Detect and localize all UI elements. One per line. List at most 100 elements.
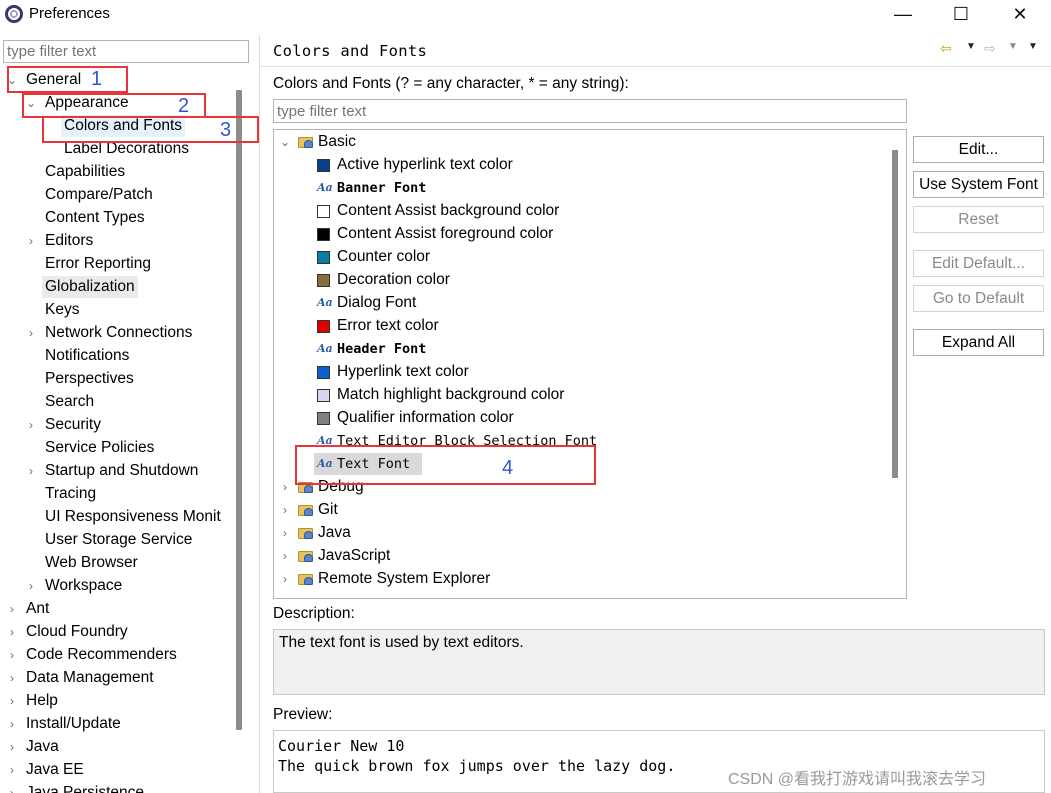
tree-item-java-persistence[interactable]: Java Persistence [26, 782, 144, 793]
tree-item-startup-and-shutdown[interactable]: Startup and Shutdown [45, 460, 198, 482]
colors-tree-row[interactable]: Decoration color [274, 269, 884, 291]
colors-fonts-filter-input[interactable] [273, 99, 907, 123]
forward-dropdown-icon[interactable]: ▼ [1008, 41, 1018, 52]
tree-item-code-recommenders[interactable]: Code Recommenders [26, 644, 177, 666]
colors-tree-row[interactable]: Content Assist foreground color [274, 223, 884, 245]
window-title: Preferences [29, 5, 110, 22]
expand-chevron-icon[interactable]: › [280, 476, 290, 498]
font-setting-label: Banner Font [337, 180, 427, 196]
expand-chevron-icon[interactable]: › [280, 522, 290, 544]
maximize-button[interactable]: ☐ [932, 0, 990, 28]
tree-item-java[interactable]: Java [26, 736, 59, 758]
color-setting-label: Qualifier information color [337, 409, 514, 426]
tree-item-workspace[interactable]: Workspace [45, 575, 122, 597]
colors-tree-row[interactable]: Error text color [274, 315, 884, 337]
tree-item-editors[interactable]: Editors [45, 230, 93, 252]
annotation-box-4 [295, 445, 596, 485]
expand-all-button[interactable]: Expand All [913, 329, 1044, 356]
expand-toggle-icon[interactable]: › [7, 598, 17, 620]
color-swatch-icon [317, 320, 330, 333]
colors-tree-row[interactable]: › Git [274, 499, 884, 521]
expand-toggle-icon[interactable]: › [7, 667, 17, 689]
preferences-tree: ⌄ General ⌄ Appearance Colors and Fonts Label… [0, 68, 236, 793]
expand-toggle-icon[interactable]: › [26, 460, 36, 482]
color-setting-label: Content Assist background color [337, 202, 560, 219]
tree-item-capabilities[interactable]: Capabilities [45, 161, 125, 183]
category-label: Remote System Explorer [318, 570, 491, 587]
colors-tree-row[interactable]: Match highlight background color [274, 384, 884, 406]
tree-item-keys[interactable]: Keys [45, 299, 79, 321]
tree-item-error-reporting[interactable]: Error Reporting [45, 253, 151, 275]
back-arrow-icon[interactable]: ⇦ [940, 40, 952, 57]
expand-toggle-icon[interactable]: › [7, 690, 17, 712]
expand-toggle-icon[interactable]: › [7, 759, 17, 781]
forward-arrow-icon[interactable]: ⇨ [984, 40, 996, 57]
colors-tree-row[interactable]: Hyperlink text color [274, 361, 884, 383]
view-menu-icon[interactable]: ▼ [1028, 41, 1038, 52]
color-swatch-icon [317, 205, 330, 218]
expand-toggle-icon[interactable]: › [7, 736, 17, 758]
go-to-default-button[interactable]: Go to Default [913, 285, 1044, 312]
expand-chevron-icon[interactable]: › [280, 499, 290, 521]
tree-item-install-update[interactable]: Install/Update [26, 713, 121, 735]
tree-item-ant[interactable]: Ant [26, 598, 49, 620]
tree-item-web-browser[interactable]: Web Browser [45, 552, 138, 574]
tree-item-data-management[interactable]: Data Management [26, 667, 154, 689]
colors-tree-row[interactable]: Counter color [274, 246, 884, 268]
tree-item-content-types[interactable]: Content Types [45, 207, 145, 229]
expand-toggle-icon[interactable]: › [7, 621, 17, 643]
preferences-filter-input[interactable] [3, 40, 249, 63]
expand-chevron-icon[interactable]: › [280, 568, 290, 590]
tree-item-search[interactable]: Search [45, 391, 94, 413]
colors-tree-row[interactable]: ⌄ Basic [274, 131, 884, 153]
colors-tree-row[interactable]: Qualifier information color [274, 407, 884, 429]
tree-item-java-ee[interactable]: Java EE [26, 759, 84, 781]
tree-item-compare-patch[interactable]: Compare/Patch [45, 184, 153, 206]
color-swatch-icon [317, 389, 330, 402]
annotation-number-3: 3 [220, 119, 232, 141]
colors-tree-scrollbar[interactable] [892, 150, 898, 478]
tree-item-ui-responsiveness-monit[interactable]: UI Responsiveness Monit [45, 506, 221, 528]
expand-toggle-icon[interactable]: › [26, 414, 36, 436]
tree-item-network-connections[interactable]: Network Connections [45, 322, 192, 344]
use-system-font-button[interactable]: Use System Font [913, 171, 1044, 198]
tree-item-globalization[interactable]: Globalization [42, 276, 138, 298]
tree-item-tracing[interactable]: Tracing [45, 483, 96, 505]
category-label: Git [318, 501, 338, 518]
colors-tree-row[interactable]: › Remote System Explorer [274, 568, 884, 590]
colors-tree-row[interactable]: › JavaScript [274, 545, 884, 567]
tree-item-service-policies[interactable]: Service Policies [45, 437, 154, 459]
tree-item-cloud-foundry[interactable]: Cloud Foundry [26, 621, 128, 643]
expand-toggle-icon[interactable]: › [7, 644, 17, 666]
colors-tree-row[interactable]: Aa Dialog Font [274, 292, 884, 314]
expand-toggle-icon[interactable]: › [7, 782, 17, 793]
back-dropdown-icon[interactable]: ▼ [966, 41, 976, 52]
colors-tree-row[interactable]: Active hyperlink text color [274, 154, 884, 176]
collapse-chevron-icon[interactable]: ⌄ [280, 131, 290, 153]
expand-toggle-icon[interactable]: › [7, 713, 17, 735]
colors-tree-row[interactable]: Content Assist background color [274, 200, 884, 222]
tree-item-security[interactable]: Security [45, 414, 101, 436]
edit-button[interactable]: Edit... [913, 136, 1044, 163]
reset-button[interactable]: Reset [913, 206, 1044, 233]
expand-chevron-icon[interactable]: › [280, 545, 290, 567]
expand-toggle-icon[interactable]: › [26, 230, 36, 252]
close-button[interactable]: ✕ [991, 0, 1049, 28]
expand-toggle-icon[interactable]: › [26, 575, 36, 597]
colors-tree-row[interactable]: Aa Header Font [274, 338, 884, 360]
edit-default-button[interactable]: Edit Default... [913, 250, 1044, 277]
category-folder-icon [298, 572, 314, 585]
colors-tree-row[interactable]: › Java [274, 522, 884, 544]
panel-divider[interactable] [259, 35, 260, 793]
expand-toggle-icon[interactable]: › [26, 322, 36, 344]
tree-item-notifications[interactable]: Notifications [45, 345, 129, 367]
left-tree-scrollbar[interactable] [236, 90, 242, 730]
minimize-button[interactable]: — [874, 0, 932, 28]
colors-fonts-tree: ⌄ Basic Active hyperlink text color Aa Banne… [273, 129, 907, 599]
tree-item-user-storage-service[interactable]: User Storage Service [45, 529, 192, 551]
tree-item-help[interactable]: Help [26, 690, 58, 712]
color-setting-label: Active hyperlink text color [337, 156, 513, 173]
color-setting-label: Content Assist foreground color [337, 225, 554, 242]
tree-item-perspectives[interactable]: Perspectives [45, 368, 134, 390]
colors-tree-row[interactable]: Aa Banner Font [274, 177, 884, 199]
